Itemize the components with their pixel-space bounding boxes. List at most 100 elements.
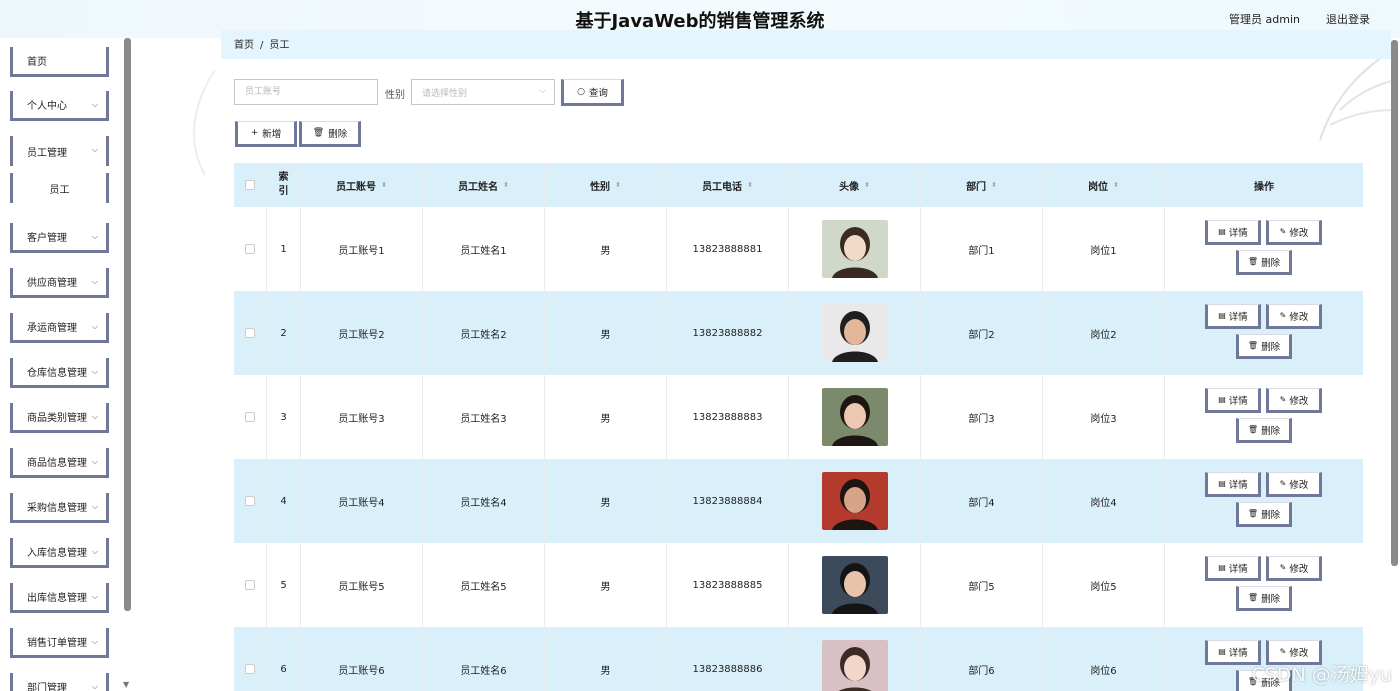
edit-button[interactable]: ✎ 修改: [1266, 472, 1322, 497]
delete-button[interactable]: 🗑 删除: [1236, 586, 1292, 611]
employee-account-search-input[interactable]: [234, 79, 378, 105]
sort-icon[interactable]: ⬍: [864, 182, 870, 189]
row-avatar-cell: [789, 207, 921, 291]
add-button[interactable]: + 新增: [235, 121, 297, 147]
edit-button-label: 修改: [1289, 395, 1309, 407]
sort-icon[interactable]: ⬍: [503, 182, 509, 189]
row-avatar-cell: [789, 291, 921, 375]
sidebar-item-dept-mgmt[interactable]: 部门管理 ⌵: [10, 673, 109, 691]
avatar[interactable]: [821, 640, 888, 691]
detail-button[interactable]: ▤ 详情: [1205, 472, 1261, 497]
row-select-cell[interactable]: [234, 627, 267, 691]
detail-button[interactable]: ▤ 详情: [1205, 304, 1261, 329]
row-checkbox[interactable]: [245, 328, 255, 338]
row-name: 员工姓名2: [423, 291, 545, 375]
sidebar-item-purchase-mgmt[interactable]: 采购信息管理 ⌵: [10, 493, 109, 523]
sidebar-item-customer-mgmt[interactable]: 客户管理 ⌵: [10, 223, 109, 253]
batch-delete-button[interactable]: 🗑 删除: [299, 121, 361, 147]
row-select-cell[interactable]: [234, 543, 267, 627]
sidebar-item-outbound-mgmt[interactable]: 出库信息管理 ⌵: [10, 583, 109, 613]
sidebar-item-profile[interactable]: 个人中心 ⌵: [10, 91, 109, 121]
row-checkbox[interactable]: [245, 244, 255, 254]
delete-button-label: 删除: [1261, 257, 1281, 269]
chevron-down-icon: ⌵: [91, 100, 98, 109]
sidebar-item-warehouse-mgmt[interactable]: 仓库信息管理 ⌵: [10, 358, 109, 388]
header-phone[interactable]: 员工电话 ⬍: [667, 163, 789, 207]
edit-icon: ✎: [1279, 311, 1287, 320]
document-icon: ▤: [1218, 563, 1226, 572]
header-name[interactable]: 员工姓名 ⬍: [423, 163, 545, 207]
delete-button[interactable]: 🗑 删除: [1236, 250, 1292, 275]
edit-button[interactable]: ✎ 修改: [1266, 220, 1322, 245]
sidebar-subitem-employee[interactable]: 员工: [10, 173, 109, 203]
gender-select[interactable]: 请选择性别 ⌵: [411, 79, 555, 105]
sidebar-item-employee-mgmt[interactable]: 员工管理 ⌵: [10, 136, 109, 166]
delete-button[interactable]: 🗑 删除: [1236, 418, 1292, 443]
row-post: 岗位4: [1043, 459, 1165, 543]
header-dept[interactable]: 部门 ⬍: [921, 163, 1043, 207]
sidebar-item-supplier-mgmt[interactable]: 供应商管理 ⌵: [10, 268, 109, 298]
row-select-cell[interactable]: [234, 375, 267, 459]
edit-button[interactable]: ✎ 修改: [1266, 556, 1322, 581]
header-post[interactable]: 岗位 ⬍: [1043, 163, 1165, 207]
row-checkbox[interactable]: [245, 412, 255, 422]
chevron-down-icon: ⌵: [91, 547, 98, 556]
row-select-cell[interactable]: [234, 459, 267, 543]
header-label: 头像: [839, 181, 860, 193]
query-button[interactable]: ○ 查询: [561, 79, 624, 106]
avatar[interactable]: [821, 556, 888, 614]
avatar[interactable]: [821, 388, 888, 446]
header-account[interactable]: 员工账号 ⬍: [301, 163, 423, 207]
row-index: 3: [267, 375, 301, 459]
sort-icon[interactable]: ⬍: [381, 182, 387, 189]
sidebar-item-carrier-mgmt[interactable]: 承运商管理 ⌵: [10, 313, 109, 343]
row-ops-cell: ▤ 详情 ✎ 修改 🗑 删除: [1165, 291, 1363, 375]
breadcrumb-current: 员工: [269, 40, 290, 51]
logout-link[interactable]: 退出登录: [1326, 11, 1370, 27]
avatar[interactable]: [821, 220, 888, 278]
delete-button-label: 删除: [1261, 425, 1281, 437]
edit-icon: ✎: [1279, 563, 1287, 572]
avatar[interactable]: [821, 304, 888, 362]
sort-icon[interactable]: ⬍: [1113, 182, 1119, 189]
delete-button[interactable]: 🗑 删除: [1236, 502, 1292, 527]
sidebar-item-inbound-mgmt[interactable]: 入库信息管理 ⌵: [10, 538, 109, 568]
row-account: 员工账号4: [301, 459, 423, 543]
row-select-cell[interactable]: [234, 207, 267, 291]
detail-button[interactable]: ▤ 详情: [1205, 220, 1261, 245]
sidebar-item-home[interactable]: 首页: [10, 47, 109, 77]
edit-button[interactable]: ✎ 修改: [1266, 388, 1322, 413]
sidebar-scrollbar[interactable]: [124, 38, 131, 611]
delete-button[interactable]: 🗑 删除: [1236, 334, 1292, 359]
detail-button[interactable]: ▤ 详情: [1205, 388, 1261, 413]
table-header: 索引 员工账号 ⬍ 员工姓名 ⬍ 性别 ⬍ 员工电话 ⬍ 头像 ⬍ 部门 ⬍ 岗位 ⬍ 操作: [234, 163, 1363, 207]
avatar[interactable]: [821, 472, 888, 530]
sidebar: 首页 个人中心 ⌵ 员工管理 ⌵ 员工 客户管理 ⌵ 供应商管理 ⌵ 承运商管理 ⌵ 仓库…: [0, 38, 134, 691]
edit-button[interactable]: ✎ 修改: [1266, 304, 1322, 329]
row-name: 员工姓名3: [423, 375, 545, 459]
row-index: 5: [267, 543, 301, 627]
detail-button[interactable]: ▤ 详情: [1205, 556, 1261, 581]
sidebar-item-sales-order-mgmt[interactable]: 销售订单管理 ⌵: [10, 628, 109, 658]
edit-button-label: 修改: [1289, 479, 1309, 491]
sort-icon[interactable]: ⬍: [615, 182, 621, 189]
row-select-cell[interactable]: [234, 291, 267, 375]
header-gender[interactable]: 性别 ⬍: [545, 163, 667, 207]
row-checkbox[interactable]: [245, 496, 255, 506]
header-select-all[interactable]: [234, 163, 267, 207]
main-scrollbar[interactable]: [1391, 40, 1398, 566]
trash-icon: 🗑: [1247, 593, 1259, 602]
sort-icon[interactable]: ⬍: [747, 182, 753, 189]
header-avatar[interactable]: 头像 ⬍: [789, 163, 921, 207]
sidebar-item-category-mgmt[interactable]: 商品类别管理 ⌵: [10, 403, 109, 433]
select-all-checkbox[interactable]: [245, 180, 255, 190]
row-checkbox[interactable]: [245, 580, 255, 590]
sidebar-item-label: 个人中心: [27, 101, 67, 112]
breadcrumb-home[interactable]: 首页: [234, 40, 254, 51]
row-checkbox[interactable]: [245, 664, 255, 674]
trash-icon: 🗑: [1247, 341, 1259, 350]
sort-icon[interactable]: ⬍: [991, 182, 997, 189]
header-ops: 操作: [1165, 163, 1363, 207]
sidebar-item-product-mgmt[interactable]: 商品信息管理 ⌵: [10, 448, 109, 478]
scroll-down-icon[interactable]: ▼: [123, 680, 129, 689]
